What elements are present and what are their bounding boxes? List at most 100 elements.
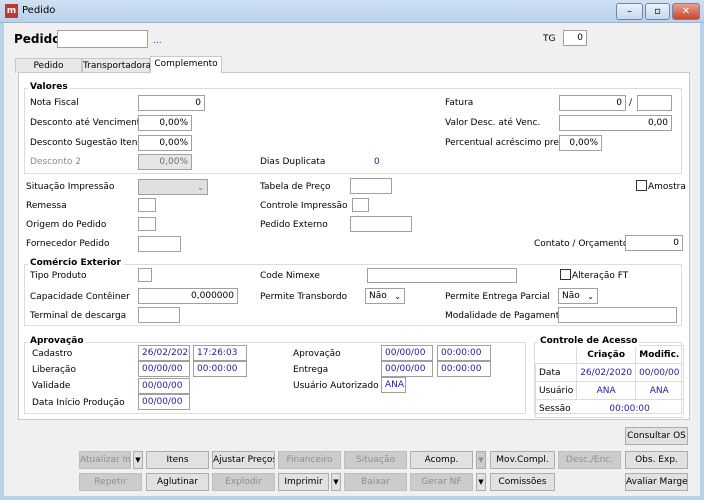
fatura-input[interactable]: 0 xyxy=(559,95,626,111)
inicio-producao-date[interactable]: 00/00/00 xyxy=(138,394,190,410)
aglutinar-button[interactable]: Aglutinar xyxy=(146,473,209,491)
desc-enc-button: Desc./Enc. xyxy=(558,451,621,469)
desc-sug-input[interactable]: 0,00% xyxy=(138,135,192,151)
atualizar-imp-button: Atualizar Imp xyxy=(79,451,131,469)
origem-label: Origem do Pedido xyxy=(26,220,107,230)
itens-button[interactable]: Itens xyxy=(146,451,209,469)
tabela-input[interactable] xyxy=(350,178,392,194)
financeiro-button: Financeiro xyxy=(278,451,341,469)
modalidade-label: Modalidade de Pagamento xyxy=(445,311,565,321)
consultar-os-button[interactable]: Consultar OS xyxy=(625,427,688,445)
amostra-checkbox[interactable] xyxy=(636,180,647,191)
col-modific: Modific. xyxy=(635,345,684,364)
amostra-label: Amostra xyxy=(648,182,686,192)
dias-duplicata-value: 0 xyxy=(374,157,380,167)
externo-input[interactable] xyxy=(350,216,412,232)
nota-fiscal-input[interactable]: 0 xyxy=(138,95,205,111)
cadastro-time[interactable]: 17:26:03 xyxy=(193,345,247,361)
gerar-nf-button: Gerar NF xyxy=(410,473,473,491)
entrega-parcial-label: Permite Entrega Parcial xyxy=(445,292,550,302)
imprimir-button[interactable]: Imprimir xyxy=(278,473,329,491)
aprovacao-date[interactable]: 00/00/00 xyxy=(381,345,433,361)
valor-desc-input[interactable]: 0,00 xyxy=(559,115,672,131)
fornecedor-input[interactable] xyxy=(138,236,181,252)
close-button[interactable]: ✕ xyxy=(672,3,700,20)
tab-complemento[interactable]: Complemento xyxy=(150,56,222,74)
tipo-produto-input[interactable] xyxy=(138,268,152,282)
situacao-button: Situação xyxy=(344,451,407,469)
comex-title: Comércio Exterior xyxy=(28,258,123,269)
ajustar-precos-button[interactable]: Ajustar Preços xyxy=(212,451,275,469)
window-title: Pedido xyxy=(22,5,56,16)
origem-input[interactable] xyxy=(138,217,156,231)
nimexe-input[interactable] xyxy=(367,268,517,283)
perc-acrescimo-input[interactable]: 0,00% xyxy=(559,135,602,151)
dias-duplicata-label: Dias Duplicata xyxy=(260,157,326,167)
maximize-button[interactable]: ▫ xyxy=(645,3,670,20)
gerar-nf-dropdown-icon[interactable]: ▼ xyxy=(476,473,486,491)
inicio-producao-label: Data Início Produção xyxy=(32,398,125,408)
sessao-label: Sessão xyxy=(534,399,577,418)
alteracao-ft-checkbox[interactable] xyxy=(560,269,571,280)
aprovacao-time[interactable]: 00:00:00 xyxy=(437,345,491,361)
controle-input[interactable] xyxy=(352,198,369,212)
imprimir-dropdown-icon[interactable]: ▼ xyxy=(331,473,341,491)
transbordo-label: Permite Transbordo xyxy=(260,292,348,302)
contato-input[interactable]: 0 xyxy=(625,235,683,251)
pedido-input[interactable] xyxy=(57,30,148,48)
usuario-autorizado-input[interactable]: ANA xyxy=(381,377,406,393)
data-criacao: 26/02/2020 xyxy=(576,363,637,382)
tab-transportadora[interactable]: Transportadora xyxy=(82,58,151,73)
valor-desc-label: Valor Desc. até Venc. xyxy=(445,118,541,128)
desc-venc-input[interactable]: 0,00% xyxy=(138,115,192,131)
usuario-label: Usuário xyxy=(534,381,578,400)
capacidade-input[interactable]: 0,000000 xyxy=(138,288,238,304)
aprovacao-label: Aprovação xyxy=(293,349,341,359)
liberacao-date[interactable]: 00/00/00 xyxy=(138,361,190,377)
tg-input[interactable]: 0 xyxy=(563,30,587,46)
avaliar-margem-button[interactable]: Avaliar Margem xyxy=(625,473,688,491)
liberacao-time[interactable]: 00:00:00 xyxy=(193,361,247,377)
acomp-dropdown-icon: ▼ xyxy=(476,451,486,469)
atualizar-dropdown-icon[interactable]: ▼ xyxy=(133,451,143,469)
repetir-button: Repetir xyxy=(79,473,142,491)
transbordo-select[interactable]: Não ⌄ xyxy=(365,288,405,304)
pedido-lookup-link[interactable]: ... xyxy=(153,35,162,47)
obs-exp-button[interactable]: Obs. Exp. xyxy=(625,451,688,469)
acomp-button[interactable]: Acomp. xyxy=(410,451,473,469)
contato-label: Contato / Orçamento xyxy=(534,239,629,249)
valores-title: Valores xyxy=(28,82,70,93)
tab-pedido[interactable]: Pedido xyxy=(15,58,82,73)
mov-compl-button[interactable]: Mov.Compl. xyxy=(490,451,555,469)
validade-date[interactable]: 00/00/00 xyxy=(138,378,190,394)
capacidade-label: Capacidade Contêiner xyxy=(30,292,130,302)
minimize-button[interactable]: – xyxy=(616,3,643,20)
data-label: Data xyxy=(534,363,578,382)
entrega-date[interactable]: 00/00/00 xyxy=(381,361,433,377)
desc2-label: Desconto 2 xyxy=(30,157,81,167)
usuario-criacao: ANA xyxy=(576,381,637,400)
alteracao-ft-label: Alteração FT xyxy=(572,271,629,281)
entrega-parcial-select[interactable]: Não ⌄ xyxy=(558,288,598,304)
situacao-select[interactable]: ⌄ xyxy=(138,179,208,195)
validade-label: Validade xyxy=(32,381,71,391)
usuario-autorizado-label: Usuário Autorizado xyxy=(293,381,379,391)
cadastro-date[interactable]: 26/02/2020 xyxy=(138,345,190,361)
terminal-input[interactable] xyxy=(138,307,180,323)
entrega-label: Entrega xyxy=(293,365,329,375)
perc-acrescimo-label: Percentual acréscimo preço xyxy=(445,138,570,148)
remessa-input[interactable] xyxy=(138,198,156,212)
chevron-down-icon: ⌄ xyxy=(394,292,401,301)
usuario-modific: ANA xyxy=(635,381,684,400)
nimexe-label: Code Nimexe xyxy=(260,271,320,281)
tg-label: TG xyxy=(543,34,556,44)
entrega-time[interactable]: 00:00:00 xyxy=(437,361,491,377)
fatura-label: Fatura xyxy=(445,98,474,108)
comissoes-button[interactable]: Comissões xyxy=(490,473,555,491)
title-bar xyxy=(0,0,704,23)
fatura-serie-input[interactable] xyxy=(637,95,672,111)
controle-acesso-group: Criação Modific. Data 26/02/2020 00/00/00 U… xyxy=(534,342,684,418)
modalidade-input[interactable] xyxy=(558,307,677,323)
app-logo-icon: m xyxy=(5,4,18,18)
aprovacao-title: Aprovação xyxy=(28,336,86,347)
